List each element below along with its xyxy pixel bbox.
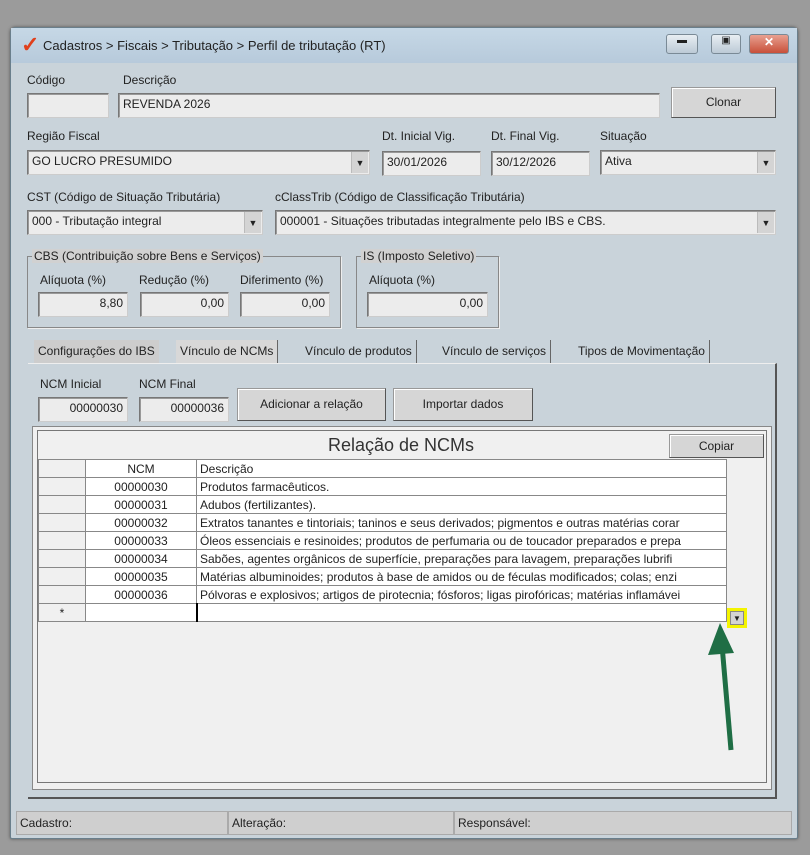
- status-responsavel: Responsável:: [454, 811, 792, 835]
- window-title: Cadastros > Fiscais > Tributação > Perfi…: [43, 38, 386, 53]
- dt-inicial-field[interactable]: 30/01/2026: [382, 151, 481, 176]
- maximize-button[interactable]: ▣: [711, 34, 741, 54]
- cbs-reducao-field[interactable]: 0,00: [140, 292, 229, 317]
- ncm-cell[interactable]: 00000033: [85, 531, 197, 550]
- cbs-group-title: CBS (Contribuição sobre Bens e Serviços): [32, 249, 263, 263]
- descricao-cell[interactable]: Óleos essenciais e resinoides; produtos …: [196, 531, 727, 550]
- descricao-cell[interactable]: Pólvoras e explosivos; artigos de pirote…: [196, 585, 727, 604]
- cclass-select[interactable]: 000001 - Situações tributadas integralme…: [275, 210, 776, 235]
- minimize-button[interactable]: ▬: [666, 34, 698, 54]
- app-logo-icon: ✓: [21, 32, 40, 57]
- cst-value: 000 - Tributação integral: [32, 214, 162, 228]
- row-indicator[interactable]: [38, 477, 86, 496]
- ncm-cell[interactable]: 00000030: [85, 477, 197, 496]
- ncm-table: NCM Descrição 00000030 Produtos farmacêut…: [38, 459, 727, 622]
- title-bar[interactable]: ✓ Cadastros > Fiscais > Tributação > Per…: [11, 28, 797, 63]
- ncm-inicial-label: NCM Inicial: [40, 377, 102, 391]
- is-group-title: IS (Imposto Seletivo): [361, 249, 477, 263]
- regiao-select[interactable]: GO LUCRO PRESUMIDO ▼: [27, 150, 370, 175]
- column-header-ncm[interactable]: NCM: [85, 459, 197, 478]
- column-header-descricao[interactable]: Descrição: [196, 459, 727, 478]
- annotation-arrow-icon: [708, 623, 734, 751]
- ncm-final-label: NCM Final: [139, 377, 196, 391]
- new-row-marker: *: [38, 603, 86, 622]
- tab-configuracoes-ibs[interactable]: Configurações do IBS: [34, 340, 159, 363]
- table-row[interactable]: 00000033 Óleos essenciais e resinoides; p…: [38, 531, 727, 550]
- cbs-reducao-label: Redução (%): [139, 273, 210, 287]
- cbs-diferimento-field[interactable]: 0,00: [240, 292, 330, 317]
- table-header: NCM Descrição: [38, 459, 727, 478]
- table-row[interactable]: 00000030 Produtos farmacêuticos.: [38, 477, 727, 496]
- new-row[interactable]: *: [38, 603, 727, 622]
- tab-vinculo-servicos[interactable]: Vínculo de serviços: [438, 340, 552, 363]
- descricao-cell[interactable]: Sabões, agentes orgânicos de superfície,…: [196, 549, 727, 568]
- tab-tipos-movimentacao[interactable]: Tipos de Movimentação: [574, 340, 710, 363]
- descricao-field[interactable]: REVENDA 2026: [118, 93, 660, 118]
- ncm-cell[interactable]: 00000034: [85, 549, 197, 568]
- regiao-label: Região Fiscal: [27, 129, 100, 143]
- ncm-cell[interactable]: 00000036: [85, 585, 197, 604]
- row-indicator[interactable]: [38, 513, 86, 532]
- chevron-down-icon[interactable]: ▼: [244, 212, 261, 233]
- new-descricao-cell[interactable]: [195, 603, 727, 622]
- tab-vinculo-produtos[interactable]: Vínculo de produtos: [301, 340, 417, 363]
- is-aliquota-label: Alíquota (%): [369, 273, 436, 287]
- cclass-label: cClassTrib (Código de Classificação Trib…: [275, 190, 525, 204]
- cclass-value: 000001 - Situações tributadas integralme…: [280, 214, 606, 228]
- ncm-cell[interactable]: 00000035: [85, 567, 197, 586]
- clonar-button[interactable]: Clonar: [671, 87, 776, 118]
- ncm-final-field[interactable]: 00000036: [139, 397, 229, 422]
- ncm-cell[interactable]: 00000031: [85, 495, 197, 514]
- is-aliquota-field[interactable]: 0,00: [367, 292, 488, 317]
- row-indicator[interactable]: [38, 585, 86, 604]
- copiar-button[interactable]: Copiar: [669, 434, 764, 458]
- cbs-diferimento-label: Diferimento (%): [240, 273, 324, 287]
- ncm-grid-panel: Relação de NCMs Copiar NCM Descrição 000…: [32, 426, 772, 790]
- descricao-cell[interactable]: Adubos (fertilizantes).: [196, 495, 727, 514]
- codigo-field[interactable]: [27, 93, 109, 118]
- cst-label: CST (Código de Situação Tributária): [27, 190, 221, 204]
- dt-final-field[interactable]: 30/12/2026: [491, 151, 590, 176]
- row-indicator[interactable]: [38, 531, 86, 550]
- table-row[interactable]: 00000032 Extratos tanantes e tintoriais; …: [38, 513, 727, 532]
- row-indicator[interactable]: [38, 495, 86, 514]
- chevron-down-icon[interactable]: ▼: [757, 152, 774, 173]
- ncm-inicial-field[interactable]: 00000030: [38, 397, 128, 422]
- codigo-label: Código: [27, 73, 66, 87]
- tab-strip: Configurações do IBS Vínculo de NCMs Vín…: [30, 340, 776, 364]
- cbs-aliquota-label: Alíquota (%): [40, 273, 107, 287]
- status-alteracao: Alteração:: [228, 811, 454, 835]
- cbs-aliquota-field[interactable]: 8,80: [38, 292, 128, 317]
- descricao-cell[interactable]: Extratos tanantes e tintoriais; taninos …: [196, 513, 727, 532]
- descricao-label: Descrição: [123, 73, 177, 87]
- table-row[interactable]: 00000036 Pólvoras e explosivos; artigos d…: [38, 585, 727, 604]
- ncm-cell[interactable]: 00000032: [85, 513, 197, 532]
- descricao-cell[interactable]: Produtos farmacêuticos.: [196, 477, 727, 496]
- chevron-down-icon[interactable]: ▼: [757, 212, 774, 233]
- situacao-value: Ativa: [605, 154, 632, 168]
- row-indicator[interactable]: [38, 549, 86, 568]
- row-indicator-header: [38, 459, 86, 478]
- table-row[interactable]: 00000035 Matérias albuminoides; produtos …: [38, 567, 727, 586]
- new-ncm-cell[interactable]: [85, 603, 197, 622]
- importar-dados-button[interactable]: Importar dados: [393, 388, 533, 421]
- situacao-label: Situação: [600, 129, 647, 143]
- cst-select[interactable]: 000 - Tributação integral ▼: [27, 210, 263, 235]
- dt-inicial-label: Dt. Inicial Vig.: [382, 129, 456, 143]
- table-row[interactable]: 00000034 Sabões, agentes orgânicos de sup…: [38, 549, 727, 568]
- grid-title: Relação de NCMs: [327, 435, 475, 455]
- row-indicator[interactable]: [38, 567, 86, 586]
- tab-vinculo-ncms[interactable]: Vínculo de NCMs: [176, 340, 279, 363]
- descricao-cell[interactable]: Matérias albuminoides; produtos à base d…: [196, 567, 727, 586]
- situacao-select[interactable]: Ativa ▼: [600, 150, 776, 175]
- adicionar-relacao-button[interactable]: Adicionar a relação: [237, 388, 386, 421]
- regiao-value: GO LUCRO PRESUMIDO: [32, 154, 173, 168]
- chevron-down-icon[interactable]: ▼: [351, 152, 368, 173]
- close-button[interactable]: ✕: [749, 34, 789, 54]
- status-cadastro: Cadastro:: [16, 811, 228, 835]
- table-row[interactable]: 00000031 Adubos (fertilizantes).: [38, 495, 727, 514]
- dt-final-label: Dt. Final Vig.: [491, 129, 560, 143]
